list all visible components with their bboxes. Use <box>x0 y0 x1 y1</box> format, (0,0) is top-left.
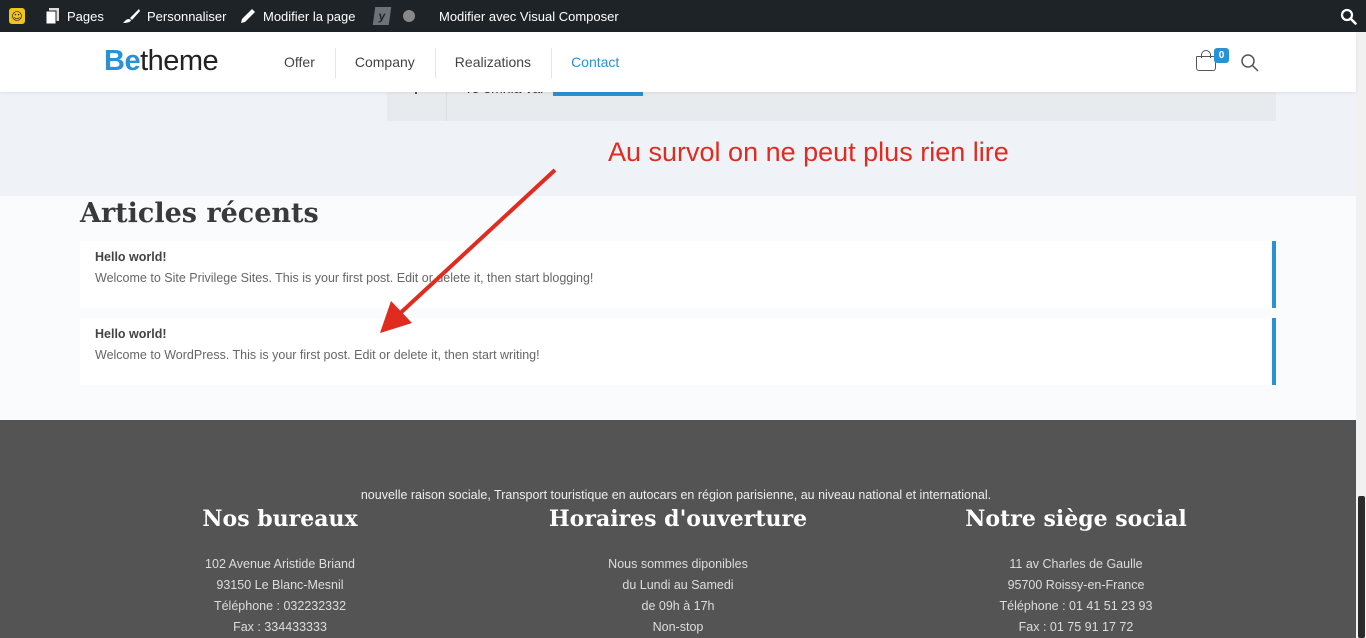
logo-theme: theme <box>140 45 219 77</box>
adminbar-pages[interactable]: Pages <box>46 0 104 32</box>
footer-line: 102 Avenue Aristide Briand <box>205 557 355 571</box>
accordion-panel: re omnia var <box>387 80 1276 121</box>
footer-line: 93150 Le Blanc-Mesnil <box>216 578 344 592</box>
nav-item-offer[interactable]: Offer <box>264 32 335 92</box>
adminbar-edit-page[interactable]: Modifier la page <box>240 0 356 32</box>
article-item[interactable]: Hello world! Welcome to WordPress. This … <box>80 318 1276 385</box>
page-scrollbar[interactable] <box>1356 32 1366 638</box>
nav-item-label: Realizations <box>454 54 532 70</box>
header-search-icon[interactable] <box>1240 53 1260 73</box>
adminbar-pages-label: Pages <box>67 8 104 24</box>
footer-line: 95700 Roissy-en-France <box>1007 578 1145 592</box>
footer-line: Non-stop <box>652 620 704 634</box>
article-excerpt: Welcome to WordPress. This is your first… <box>95 348 540 362</box>
cart-count-badge: 0 <box>1214 48 1229 63</box>
footer-column-headquarters: Notre siège social 11 av Charles de Gaul… <box>926 502 1226 638</box>
brush-icon <box>123 9 140 23</box>
adminbar-yoast[interactable]: y <box>372 0 415 32</box>
article-title[interactable]: Hello world! <box>95 250 167 264</box>
wp-logo-menu[interactable]: ☺ <box>9 0 25 32</box>
article-title[interactable]: Hello world! <box>95 327 167 341</box>
adminbar-visual-composer[interactable]: Modifier avec Visual Composer <box>439 0 619 32</box>
footer-tagline: nouvelle raison sociale, Transport touri… <box>360 488 992 502</box>
nav-item-label: Contact <box>571 54 620 70</box>
footer-column-hours: Horaires d'ouverture Nous sommes diponib… <box>528 502 828 638</box>
adminbar-customize-label: Personnaliser <box>147 8 227 24</box>
accordion-toggle[interactable] <box>387 84 447 121</box>
footer-heading: Horaires d'ouverture <box>548 506 808 532</box>
footer-line: Nous sommes diponibles <box>608 557 748 571</box>
wp-admin-bar: ☺ Pages Personnaliser Modifier la page y… <box>0 0 1366 32</box>
logo-be: Be <box>104 45 141 77</box>
site-footer: nouvelle raison sociale, Transport touri… <box>0 420 1356 638</box>
recent-articles-heading: Articles récents <box>80 198 319 229</box>
nav-item-contact[interactable]: Contact <box>551 32 639 92</box>
footer-line: Fax : 334433333 <box>233 620 327 634</box>
annotation-text: Au survol on ne peut plus rien lire <box>608 137 1009 167</box>
footer-line: Téléphone : 01 41 51 23 93 <box>999 599 1153 613</box>
nav-item-realizations[interactable]: Realizations <box>434 32 551 92</box>
footer-line: Téléphone : 032232332 <box>213 599 347 613</box>
site-header: Betheme Offer Company Realizations Conta… <box>0 32 1356 92</box>
nav-item-label: Offer <box>284 54 315 70</box>
footer-line: 11 av Charles de Gaulle <box>1009 557 1143 571</box>
footer-line: de 09h à 17h <box>641 599 715 613</box>
search-icon <box>1340 8 1357 25</box>
footer-line: Fax : 01 75 91 17 72 <box>1018 620 1134 634</box>
nav-item-label: Company <box>354 54 415 70</box>
article-excerpt: Welcome to Site Privilege Sites. This is… <box>95 271 594 285</box>
nav-item-company[interactable]: Company <box>334 32 435 92</box>
scrollbar-thumb[interactable] <box>1358 496 1365 638</box>
footer-column-offices: Nos bureaux 102 Avenue Aristide Briand 9… <box>130 502 430 638</box>
footer-line: du Lundi au Samedi <box>622 578 734 592</box>
article-item[interactable]: Hello world! Welcome to Site Privilege S… <box>80 241 1276 308</box>
seo-status-dot-icon <box>403 10 415 22</box>
pages-icon <box>46 8 59 24</box>
footer-heading: Notre siège social <box>965 506 1187 532</box>
smiley-logo-icon: ☺ <box>9 8 25 24</box>
footer-heading: Nos bureaux <box>202 506 358 532</box>
main-nav: Offer Company Realizations Contact <box>264 32 639 92</box>
adminbar-edit-page-label: Modifier la page <box>263 8 356 24</box>
cart-bag <box>1196 56 1216 71</box>
adminbar-search[interactable] <box>1340 0 1357 32</box>
adminbar-visual-composer-label: Modifier avec Visual Composer <box>439 8 619 24</box>
pencil-icon <box>241 9 255 23</box>
recent-articles-section: Articles récents Hello world! Welcome to… <box>0 196 1356 420</box>
adminbar-customize[interactable]: Personnaliser <box>122 0 227 32</box>
site-logo[interactable]: Betheme <box>104 45 219 77</box>
yoast-icon: y <box>372 7 392 25</box>
